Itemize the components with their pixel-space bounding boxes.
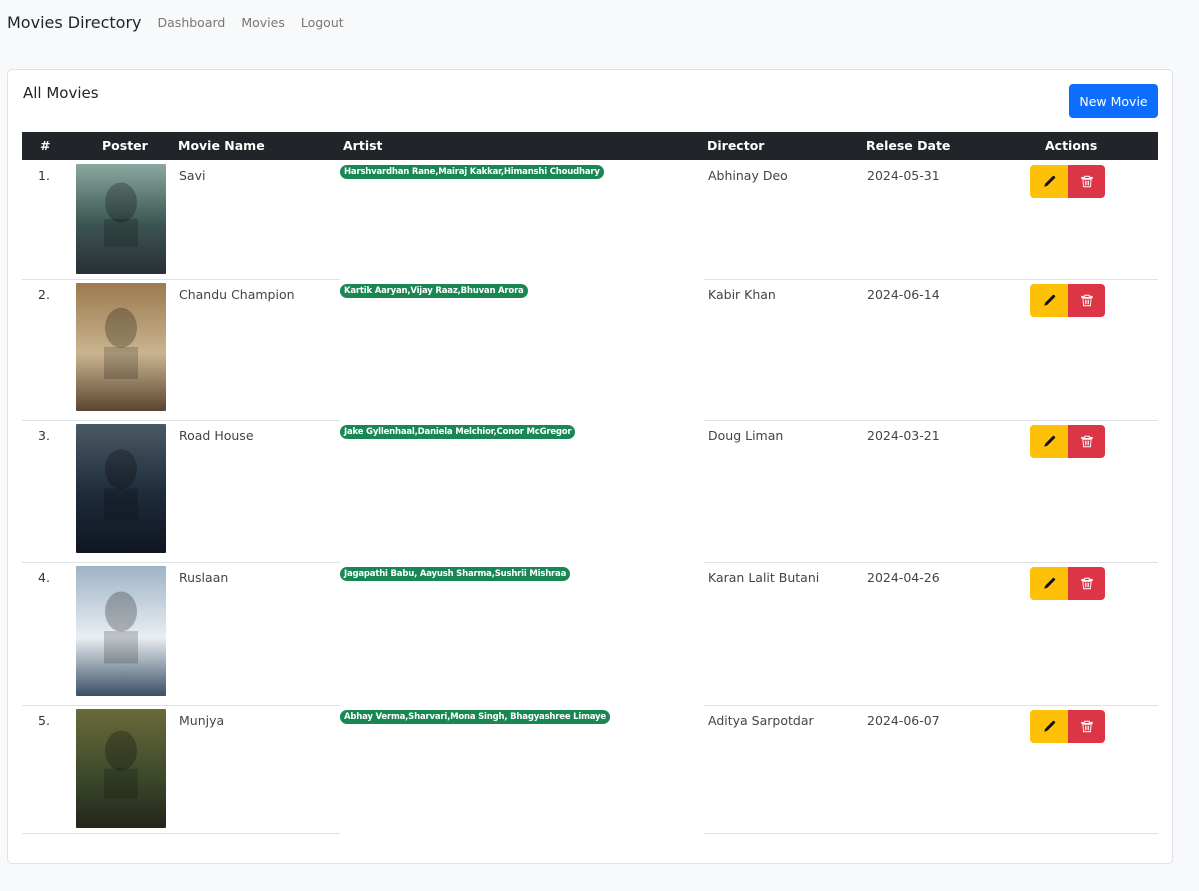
header-number: # [40, 138, 51, 153]
director-name: Aditya Sarpotdar [708, 713, 814, 728]
edit-button[interactable] [1030, 567, 1068, 600]
edit-button[interactable] [1030, 284, 1068, 317]
artist-badge: Harshvardhan Rane,Mairaj Kakkar,Himanshi… [340, 165, 604, 179]
row-divider [704, 833, 1158, 834]
table-row: 4. Ruslaan Jagapathi Babu, Aayush Sharma… [22, 562, 1158, 698]
artist-badge: Kartik Aaryan,Vijay Raaz,Bhuvan Arora [340, 284, 528, 298]
trash-icon [1080, 294, 1093, 307]
table-header: # Poster Movie Name Artist Director Rele… [22, 132, 1158, 160]
trash-icon [1080, 435, 1093, 448]
delete-button[interactable] [1068, 425, 1105, 458]
table-row: 5. Munjya Abhay Verma,Sharvari,Mona Sing… [22, 705, 1158, 830]
release-date: 2024-06-14 [867, 287, 940, 302]
header-actions: Actions [1045, 138, 1098, 153]
movie-name: Ruslaan [179, 570, 229, 585]
header-artist: Artist [343, 138, 383, 153]
row-number: 4. [38, 570, 50, 585]
movie-poster [76, 424, 166, 553]
table-row: 2. Chandu Champion Kartik Aaryan,Vijay R… [22, 279, 1158, 413]
director-name: Kabir Khan [708, 287, 776, 302]
nav-link-dashboard[interactable]: Dashboard [158, 15, 226, 30]
table-row: 3. Road House Jake Gyllenhaal,Daniela Me… [22, 420, 1158, 555]
row-number: 1. [38, 168, 50, 183]
release-date: 2024-06-07 [867, 713, 940, 728]
movie-poster [76, 283, 166, 411]
delete-button[interactable] [1068, 165, 1105, 198]
movie-poster [76, 566, 166, 696]
movie-name: Road House [179, 428, 254, 443]
trash-icon [1080, 720, 1093, 733]
pencil-icon [1043, 294, 1056, 307]
movie-poster [76, 164, 166, 274]
trash-icon [1080, 577, 1093, 590]
header-movie-name: Movie Name [178, 138, 265, 153]
release-date: 2024-03-21 [867, 428, 940, 443]
delete-button[interactable] [1068, 710, 1105, 743]
movie-name: Munjya [179, 713, 225, 728]
release-date: 2024-05-31 [867, 168, 940, 183]
delete-button[interactable] [1068, 284, 1105, 317]
movie-name: Savi [179, 168, 206, 183]
movies-card: All Movies New Movie # Poster Movie Name… [7, 69, 1173, 864]
table-row: 1. Savi Harshvardhan Rane,Mairaj Kakkar,… [22, 160, 1158, 276]
artist-badge: Jake Gyllenhaal,Daniela Melchior,Conor M… [340, 425, 576, 439]
delete-button[interactable] [1068, 567, 1105, 600]
pencil-icon [1043, 577, 1056, 590]
new-movie-button[interactable]: New Movie [1069, 84, 1158, 118]
movie-name: Chandu Champion [179, 287, 295, 302]
card-title: All Movies [23, 84, 99, 102]
movie-poster [76, 709, 166, 828]
trash-icon [1080, 175, 1093, 188]
navbar: Movies Directory Dashboard Movies Logout [0, 0, 1170, 45]
row-divider [22, 833, 340, 834]
header-director: Director [707, 138, 765, 153]
nav-link-logout[interactable]: Logout [301, 15, 344, 30]
pencil-icon [1043, 435, 1056, 448]
header-poster: Poster [102, 138, 148, 153]
nav-link-movies[interactable]: Movies [241, 15, 285, 30]
director-name: Karan Lalit Butani [708, 570, 820, 585]
navbar-brand[interactable]: Movies Directory [7, 13, 142, 32]
artist-badge: Abhay Verma,Sharvari,Mona Singh, Bhagyas… [340, 710, 610, 724]
pencil-icon [1043, 175, 1056, 188]
director-name: Abhinay Deo [708, 168, 788, 183]
edit-button[interactable] [1030, 710, 1068, 743]
director-name: Doug Liman [708, 428, 784, 443]
release-date: 2024-04-26 [867, 570, 940, 585]
row-number: 3. [38, 428, 50, 443]
header-release-date: Relese Date [866, 138, 951, 153]
edit-button[interactable] [1030, 425, 1068, 458]
artist-badge: Jagapathi Babu, Aayush Sharma,Sushrii Mi… [340, 567, 571, 581]
row-number: 5. [38, 713, 50, 728]
pencil-icon [1043, 720, 1056, 733]
row-number: 2. [38, 287, 50, 302]
edit-button[interactable] [1030, 165, 1068, 198]
